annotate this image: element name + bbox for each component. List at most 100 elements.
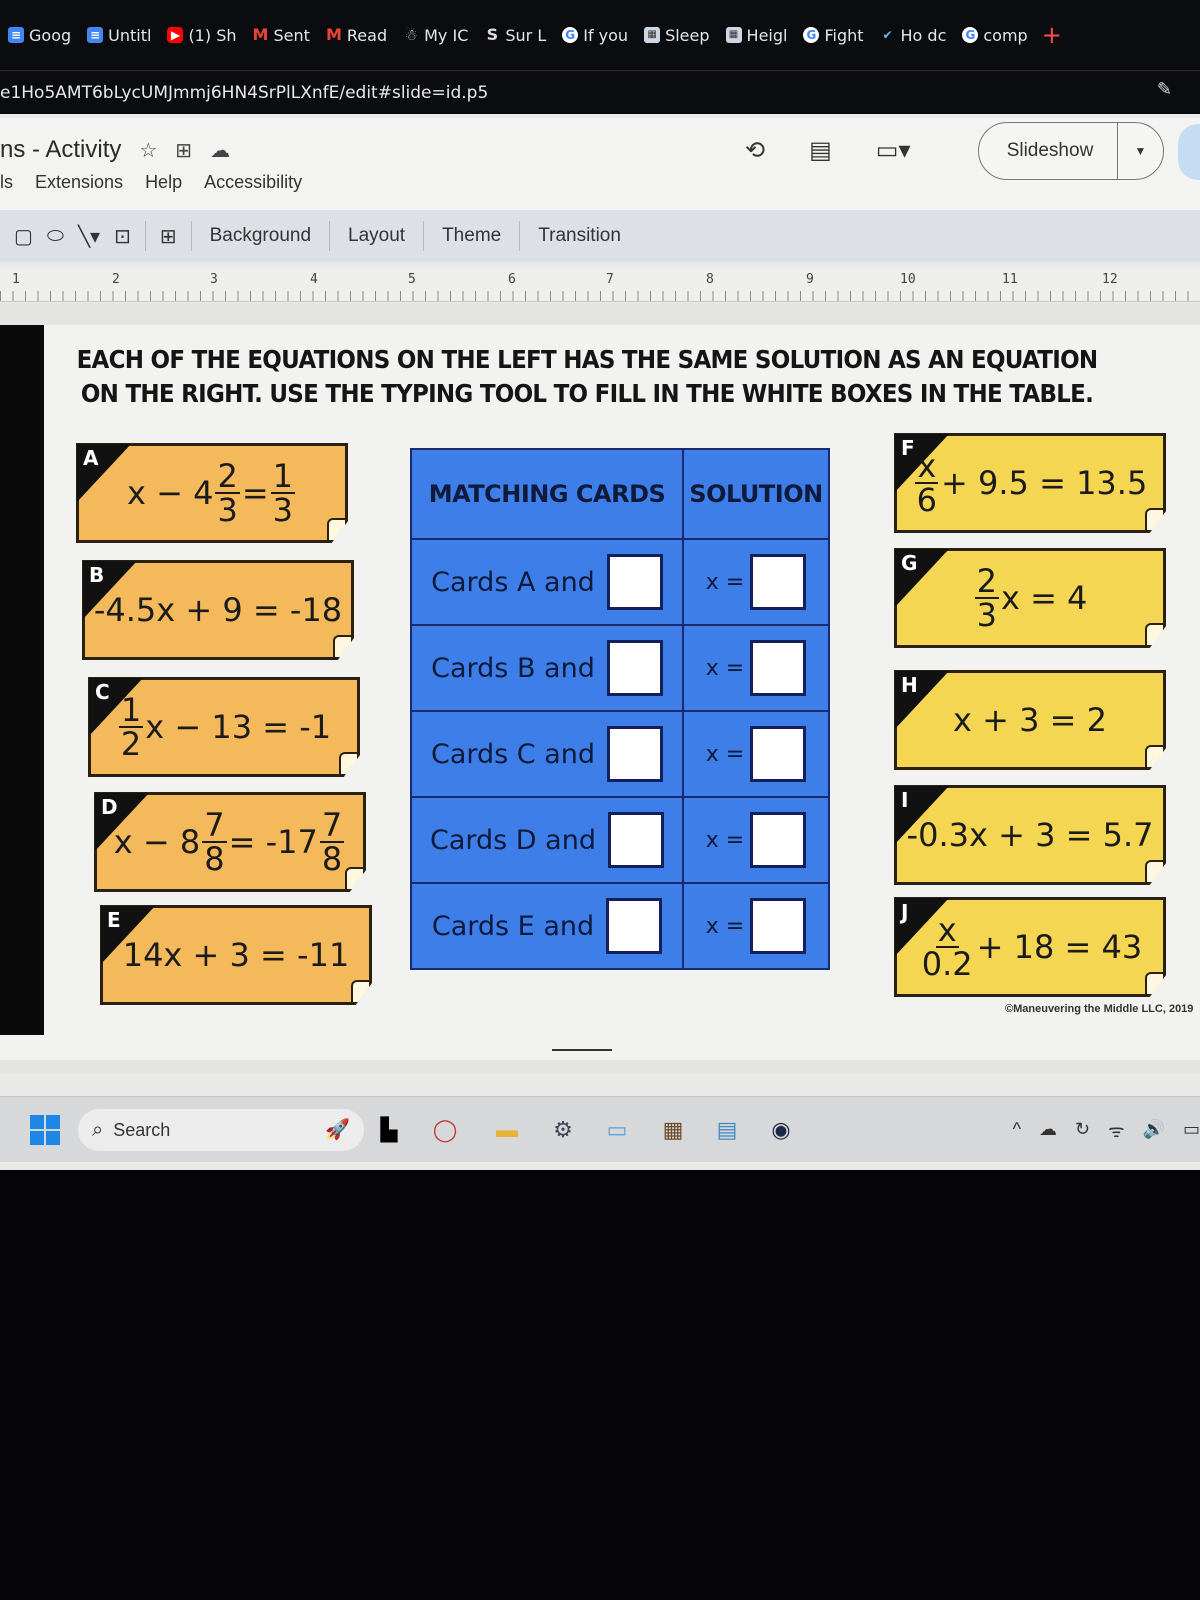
notepad-icon[interactable]: ▤ xyxy=(710,1113,744,1147)
bookmark-2[interactable]: ▶ (1) Sh xyxy=(159,20,244,50)
solution-input-box[interactable] xyxy=(750,640,807,696)
bookmark-7[interactable]: G If you xyxy=(554,20,636,50)
row-label: Cards E and xyxy=(431,910,595,942)
add-bookmark-icon[interactable]: + xyxy=(1042,21,1062,49)
shape-icon[interactable]: ⬭ xyxy=(47,225,64,248)
menu-extensions[interactable]: Extensions xyxy=(35,172,123,193)
page-fold xyxy=(1145,860,1163,882)
solution-input-box[interactable] xyxy=(750,554,807,610)
slides-header: ns - Activity ☆ ⊞ ☁ ls Extensions Help A… xyxy=(0,118,1200,210)
equation-card-d[interactable]: Dx − 878 = -17 7 8 xyxy=(94,792,366,892)
match-input-box[interactable] xyxy=(607,812,664,868)
match-input-box[interactable] xyxy=(606,898,663,954)
theme-button[interactable]: Theme xyxy=(438,225,505,247)
equation-card-e[interactable]: E 14x + 3 = -11 xyxy=(100,905,372,1005)
file-explorer-icon[interactable]: ▬ xyxy=(490,1113,524,1147)
select-icon[interactable]: ▢ xyxy=(14,224,33,249)
cloud-saved-icon[interactable]: ☁ xyxy=(210,138,230,163)
move-folder-icon[interactable]: ⊞ xyxy=(175,138,192,163)
bookmark-label: Heigl xyxy=(746,25,788,45)
image-icon[interactable]: ⊡ xyxy=(114,224,131,249)
menu-tools[interactable]: ls xyxy=(0,172,13,193)
slide-canvas: ONE AND TWO EACH OF THE EQUATIONS ON THE… xyxy=(0,303,1200,1073)
bookmark-4[interactable]: M Read xyxy=(318,20,395,50)
add-comment-icon[interactable]: ⊞ xyxy=(160,224,177,249)
display-icon[interactable]: ▭ xyxy=(600,1113,634,1147)
slideshow-button[interactable]: Slideshow ▼ xyxy=(978,122,1164,180)
edit-icon[interactable]: ✎ xyxy=(1157,79,1172,100)
task-view-icon[interactable]: ▙ xyxy=(372,1113,406,1147)
line-icon[interactable]: ╲▾ xyxy=(78,224,100,249)
ruler-number: 6 xyxy=(508,272,516,287)
x-equals-label: x = xyxy=(705,741,745,767)
chevron-up-icon[interactable]: ^ xyxy=(1013,1119,1021,1143)
equation-card-b[interactable]: B -4.5x + 9 = -18 xyxy=(82,560,354,660)
taskbar: ⌕ Search 🚀 ▙ ◯ ▬ ⚙ ▭ ▦ ▤ ◉ ^ ☁ ↻ ᯤ 🔊 ▭ xyxy=(0,1096,1200,1162)
onedrive-icon[interactable]: ☁ xyxy=(1039,1119,1057,1143)
settings-icon[interactable]: ⚙ xyxy=(546,1113,580,1147)
bookmark-12[interactable]: Gcomp xyxy=(954,20,1035,50)
equation-text: -4.5x + 9 = -18 xyxy=(93,591,343,629)
bookmark-10[interactable]: G Fight xyxy=(795,20,871,50)
match-input-box[interactable] xyxy=(606,640,663,696)
equation-card-h[interactable]: Hx + 3 = 2 xyxy=(894,670,1166,770)
numerator: 2 xyxy=(215,457,240,495)
meet-video-icon[interactable]: ▭▾ xyxy=(876,136,911,165)
equation-card-j[interactable]: Jx 0.2 + 18 = 43 xyxy=(894,897,1166,997)
bookmark-0[interactable]: ≡ Goog xyxy=(0,20,79,50)
background-button[interactable]: Background xyxy=(206,225,315,247)
copyright-text: ©Maneuvering the Middle LLC, 2019 xyxy=(1005,1003,1194,1015)
bookmark-3[interactable]: M Sent xyxy=(244,20,317,50)
sync-icon[interactable]: ↻ xyxy=(1075,1119,1090,1143)
solution-input-box[interactable] xyxy=(750,812,807,868)
bookmark-label: Sur L xyxy=(505,25,547,45)
bookmark-5[interactable]: ☃ My IC xyxy=(395,20,476,50)
equation-card-a[interactable]: Ax − 423 = 13 xyxy=(76,443,348,543)
fraction: 23 xyxy=(215,457,240,526)
menu-accessibility[interactable]: Accessibility xyxy=(204,172,302,193)
underline-mark xyxy=(552,1049,612,1051)
equation-card-f[interactable]: Fx6 + 9.5 = 13.5 xyxy=(894,433,1166,533)
equation-card-c[interactable]: C12x − 13 = -1 xyxy=(88,677,360,777)
match-input-box[interactable] xyxy=(606,554,663,610)
equation-text: 14x + 3 = -11 xyxy=(122,936,350,974)
volume-icon[interactable]: 🔊 xyxy=(1143,1119,1165,1143)
match-input-box[interactable] xyxy=(607,726,664,782)
equation-card-g[interactable]: G23x = 4 xyxy=(894,548,1166,648)
taskbar-search[interactable]: ⌕ Search 🚀 xyxy=(78,1109,364,1151)
bookmark-9[interactable]: ▦ Heigl xyxy=(718,20,796,50)
bookmark-label: Fight xyxy=(824,25,864,45)
version-history-icon[interactable]: ⟲ xyxy=(745,136,765,165)
windows-start-icon[interactable] xyxy=(30,1115,60,1145)
x-equals-label: x = xyxy=(705,569,745,595)
bookmark-1[interactable]: ≡ Untitl xyxy=(79,20,159,50)
chevron-down-icon[interactable]: ▼ xyxy=(1117,123,1163,179)
ruler-number: 11 xyxy=(1002,272,1018,287)
bookmark-11[interactable]: ✔ Ho dc xyxy=(872,20,955,50)
transition-button[interactable]: Transition xyxy=(534,225,625,247)
menu-bar: ls Extensions Help Accessibility xyxy=(0,172,302,193)
wifi-icon[interactable]: ᯤ xyxy=(1108,1119,1124,1143)
menu-help[interactable]: Help xyxy=(145,172,182,193)
divider xyxy=(144,221,146,251)
comments-icon[interactable]: ▤ xyxy=(809,136,832,165)
url-text[interactable]: e1Ho5AMT6bLycUMJmmj6HN4SrPlLXnfE/edit#sl… xyxy=(0,83,488,103)
bookmark-6[interactable]: S Sur L xyxy=(476,20,554,50)
layout-button[interactable]: Layout xyxy=(344,225,409,247)
row-label: Cards D and xyxy=(430,824,596,856)
opera-icon[interactable]: ◯ xyxy=(428,1113,462,1147)
address-bar[interactable]: e1Ho5AMT6bLycUMJmmj6HN4SrPlLXnfE/edit#sl… xyxy=(0,70,1200,114)
star-icon[interactable]: ☆ xyxy=(139,138,157,163)
solution-input-box[interactable] xyxy=(750,898,807,954)
minecraft-icon[interactable]: ▦ xyxy=(656,1113,690,1147)
equation-card-i[interactable]: I -0.3x + 3 = 5.7 xyxy=(894,785,1166,885)
slideshow-label[interactable]: Slideshow xyxy=(979,140,1117,162)
bookmark-8[interactable]: ▦ Sleep xyxy=(636,20,717,50)
slide[interactable]: ONE AND TWO EACH OF THE EQUATIONS ON THE… xyxy=(0,325,1200,1060)
document-title[interactable]: ns - Activity xyxy=(0,136,121,164)
battery-icon[interactable]: ▭ xyxy=(1183,1119,1200,1143)
steam-icon[interactable]: ◉ xyxy=(764,1113,798,1147)
share-button[interactable] xyxy=(1178,124,1200,180)
search-placeholder: Search xyxy=(113,1119,171,1140)
solution-input-box[interactable] xyxy=(750,726,807,782)
